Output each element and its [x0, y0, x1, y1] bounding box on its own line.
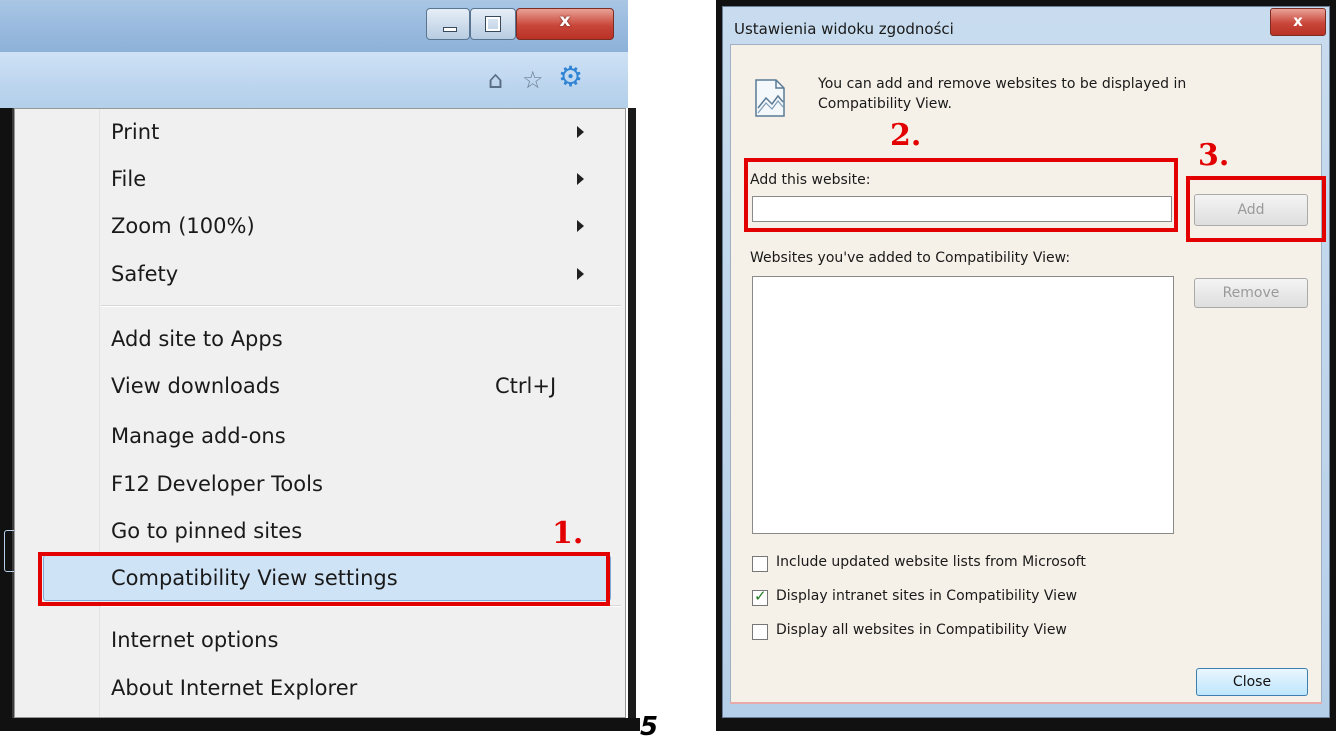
- dialog-title: Ustawienia widoku zgodności: [734, 20, 954, 38]
- dialog-description-line1: You can add and remove websites to be di…: [818, 76, 1187, 92]
- ie-titlebar: x: [0, 0, 628, 52]
- tools-menu: Print File Zoom (100%) Safety Add site t…: [14, 108, 626, 718]
- favorites-star-icon[interactable]: ☆: [522, 68, 544, 92]
- menu-separator: [101, 305, 621, 307]
- dialog-bottom-accent: [730, 702, 1322, 704]
- checkbox-display-all-websites[interactable]: [752, 624, 768, 640]
- annotation-step1-label: 1.: [552, 516, 584, 551]
- menu-shadow: [628, 108, 636, 718]
- submenu-arrow-icon: [577, 220, 584, 232]
- submenu-arrow-icon: [577, 268, 584, 280]
- menu-item-safety[interactable]: Safety: [111, 251, 178, 297]
- annotation-box-step3: [1186, 176, 1326, 242]
- menu-item-about-internet-explorer[interactable]: About Internet Explorer: [111, 665, 357, 711]
- menu-item-f12-developer-tools[interactable]: F12 Developer Tools: [111, 461, 323, 507]
- menu-item-zoom[interactable]: Zoom (100%): [111, 203, 255, 249]
- menu-item-file[interactable]: File: [111, 156, 146, 202]
- checkbox-display-all-websites-label: Display all websites in Compatibility Vi…: [776, 622, 1067, 638]
- compatibility-document-icon: [755, 79, 785, 117]
- page-background-bottom: [0, 718, 640, 731]
- checkbox-display-intranet-sites-label: Display intranet sites in Compatibility …: [776, 588, 1078, 604]
- annotation-box-step1: [38, 552, 610, 606]
- checkbox-include-updated-lists-label: Include updated website lists from Micro…: [776, 554, 1086, 570]
- submenu-arrow-icon: [577, 126, 584, 138]
- close-button[interactable]: Close: [1196, 668, 1308, 696]
- websites-list[interactable]: [752, 276, 1174, 534]
- restore-icon: [485, 16, 501, 32]
- annotation-step3-label: 3.: [1198, 138, 1230, 173]
- close-icon: x: [559, 11, 571, 31]
- minimize-button[interactable]: [426, 8, 470, 40]
- remove-button[interactable]: Remove: [1194, 278, 1308, 308]
- page-background-strip: [0, 108, 12, 731]
- gear-icon[interactable]: ⚙: [558, 63, 583, 91]
- menu-item-manage-add-ons[interactable]: Manage add-ons: [111, 413, 286, 459]
- ie-window-fragment: x ⌂ ☆ ⚙ Print File Zoom (100%) Safety Ad…: [0, 0, 640, 731]
- annotation-step2-label: 2.: [890, 118, 922, 153]
- menu-item-internet-options[interactable]: Internet options: [111, 617, 278, 663]
- checkbox-display-intranet-sites[interactable]: ✓: [752, 587, 768, 606]
- annotation-box-step2: [744, 158, 1178, 232]
- minimize-icon: [443, 27, 457, 32]
- page-number: 5: [640, 712, 659, 742]
- menu-item-view-downloads[interactable]: View downloads: [111, 363, 280, 409]
- websites-list-label: Websites you've added to Compatibility V…: [750, 250, 1071, 266]
- menu-item-go-to-pinned-sites[interactable]: Go to pinned sites: [111, 508, 302, 554]
- shortcut-ctrl-j: Ctrl+J: [495, 374, 557, 398]
- window-close-button[interactable]: x: [516, 8, 614, 40]
- menu-gutter-divider: [99, 109, 100, 717]
- home-icon[interactable]: ⌂: [488, 68, 503, 92]
- checkbox-include-updated-lists[interactable]: [752, 556, 768, 572]
- menu-item-print[interactable]: Print: [111, 109, 159, 155]
- dialog-description-line2: Compatibility View.: [818, 96, 952, 112]
- restore-button[interactable]: [470, 8, 516, 40]
- dialog-close-button[interactable]: x: [1270, 8, 1326, 36]
- menu-item-add-site-to-apps[interactable]: Add site to Apps: [111, 316, 283, 362]
- checkmark-icon: ✓: [754, 587, 767, 605]
- submenu-arrow-icon: [577, 173, 584, 185]
